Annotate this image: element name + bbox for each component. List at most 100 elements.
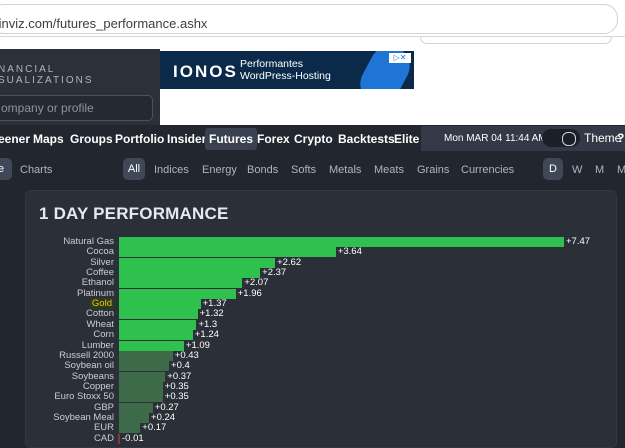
top-search-edge xyxy=(420,37,612,44)
bar-row[interactable]: Soybean oil +0.4 xyxy=(26,360,616,372)
bar-row[interactable]: Gold +1.37 xyxy=(26,298,616,310)
bar-row[interactable]: Corn +1.24 xyxy=(26,329,616,341)
url-text[interactable]: finviz.com/futures_performance.ashx xyxy=(0,16,207,31)
bar[interactable] xyxy=(119,309,198,320)
bar-row[interactable]: Soybean Meal +0.24 xyxy=(26,411,616,423)
ad-choices-icon[interactable]: ▷✕ xyxy=(389,53,411,63)
bar-row[interactable]: Cocoa +3.64 xyxy=(26,246,616,258)
value-label: +0.35 xyxy=(164,391,189,403)
bar-row[interactable]: Euro Stoxx 50 +0.35 xyxy=(26,391,616,403)
bar-row[interactable]: Platinum +1.96 xyxy=(26,287,616,299)
nav-elite[interactable]: Elite xyxy=(394,132,419,146)
period-quarter[interactable]: M xyxy=(617,164,625,176)
bar[interactable] xyxy=(119,299,201,310)
filter-energy[interactable]: Energy xyxy=(202,164,237,176)
category-label: Soybean Meal xyxy=(53,411,114,423)
category-label: Russell 2000 xyxy=(59,349,114,361)
bar-row[interactable]: Cotton +1.32 xyxy=(26,308,616,320)
logo-line-1[interactable]: NANCIAL xyxy=(0,64,55,75)
period-weekly[interactable]: W xyxy=(572,164,582,176)
value-label: +0.35 xyxy=(164,380,189,392)
nav-forex[interactable]: Forex xyxy=(257,132,290,146)
bar-row[interactable]: CAD -0.01 xyxy=(26,432,616,444)
value-label: +3.64 xyxy=(337,246,362,258)
category-label: Euro Stoxx 50 xyxy=(54,391,114,403)
nav-maps[interactable]: Maps xyxy=(33,132,64,146)
theme-toggle[interactable] xyxy=(542,129,580,147)
logo-line-2[interactable]: SUALIZATIONS xyxy=(0,75,94,86)
filter-all[interactable]: All xyxy=(123,158,145,180)
chart-title: 1 DAY PERFORMANCE xyxy=(39,204,229,223)
bar[interactable] xyxy=(119,350,173,361)
value-label: +2.62 xyxy=(277,256,302,268)
bar[interactable] xyxy=(119,257,276,268)
value-label: +0.4 xyxy=(171,360,190,372)
theme-label[interactable]: Theme xyxy=(584,131,621,145)
bar-row[interactable]: Coffee +2.37 xyxy=(26,267,616,279)
value-label: +2.37 xyxy=(262,267,287,279)
bar[interactable] xyxy=(119,371,166,382)
category-label: Ethanol xyxy=(81,277,114,289)
filter-metals[interactable]: Metals xyxy=(329,164,361,176)
filter-bonds[interactable]: Bonds xyxy=(247,164,278,176)
bar-row[interactable]: Silver +2.62 xyxy=(26,256,616,268)
category-label: Platinum xyxy=(77,287,114,299)
value-label: +1.3 xyxy=(198,318,218,330)
category-label: Wheat xyxy=(86,318,114,330)
nav-groups[interactable]: Groups xyxy=(70,132,113,146)
performance-panel: 1 DAY PERFORMANCE Natural Gas +7.47 Cocoa +… xyxy=(25,190,617,448)
period-daily[interactable]: D xyxy=(543,158,563,180)
bar[interactable] xyxy=(119,247,336,258)
tab-performance[interactable]: e xyxy=(0,158,12,180)
value-label: -0.01 xyxy=(122,432,144,444)
category-label: Gold xyxy=(89,298,114,310)
browser-toolbar: finviz.com/futures_performance.ashx xyxy=(0,0,625,37)
filter-currencies[interactable]: Currencies xyxy=(461,164,514,176)
category-label: Cocoa xyxy=(86,246,114,258)
bar[interactable] xyxy=(119,278,243,289)
ad-creative[interactable]: IONOS Performantes WordPress-Hosting ▷✕ xyxy=(160,51,414,89)
bar[interactable] xyxy=(119,361,170,372)
bar[interactable] xyxy=(119,319,197,330)
bar-row[interactable]: Copper +0.35 xyxy=(26,380,616,392)
bar-row[interactable]: EUR +0.17 xyxy=(26,422,616,434)
nav-futures[interactable]: Futures xyxy=(205,128,258,150)
value-label: +0.37 xyxy=(167,370,192,382)
nav-portfolio[interactable]: Portfolio xyxy=(115,132,164,146)
category-label: Natural Gas xyxy=(63,236,114,247)
nav-insider[interactable]: Insider xyxy=(167,132,206,146)
bar[interactable] xyxy=(118,433,121,444)
filter-meats[interactable]: Meats xyxy=(374,164,404,176)
ad-banner[interactable]: IONOS Performantes WordPress-Hosting ▷✕ xyxy=(160,49,625,125)
bar[interactable] xyxy=(119,402,153,413)
bar-row[interactable]: Wheat +1.3 xyxy=(26,318,616,330)
filter-grains[interactable]: Grains xyxy=(417,164,449,176)
nav-screener[interactable]: eener xyxy=(0,132,30,146)
address-bar[interactable]: finviz.com/futures_performance.ashx xyxy=(0,4,618,34)
filter-indices[interactable]: Indices xyxy=(154,164,189,176)
nav-backtests[interactable]: Backtests xyxy=(338,132,395,146)
bar[interactable] xyxy=(119,330,193,341)
ad-brand: IONOS xyxy=(173,62,238,81)
bar-row[interactable]: GBP +0.27 xyxy=(26,401,616,413)
value-label: +1.32 xyxy=(199,308,224,320)
tab-charts[interactable]: Charts xyxy=(20,164,52,176)
bar[interactable] xyxy=(119,381,163,392)
bar-row[interactable]: Lumber +1.09 xyxy=(26,339,616,351)
search-input[interactable]: ompany or profile xyxy=(0,95,153,121)
help-icon[interactable]: ? xyxy=(617,131,624,145)
period-monthly[interactable]: M xyxy=(595,164,604,176)
bar-row[interactable]: Ethanol +2.07 xyxy=(26,277,616,289)
site-header: NANCIAL SUALIZATIONS ompany or profile I… xyxy=(0,49,625,125)
nav-crypto[interactable]: Crypto xyxy=(294,132,333,146)
bar[interactable] xyxy=(119,268,261,279)
bar-row[interactable]: Soybeans +0.37 xyxy=(26,370,616,382)
value-label: +1.37 xyxy=(202,298,227,310)
category-label: Lumber xyxy=(81,339,114,351)
filter-softs[interactable]: Softs xyxy=(291,164,316,176)
futures-subnav: e Charts All Indices Energy Bonds Softs … xyxy=(0,152,625,190)
bar-row[interactable]: Russell 2000 +0.43 xyxy=(26,349,616,361)
category-label: GBP xyxy=(93,401,114,413)
value-label: +0.24 xyxy=(151,411,176,423)
bar-row[interactable]: Natural Gas +7.47 xyxy=(26,236,616,247)
